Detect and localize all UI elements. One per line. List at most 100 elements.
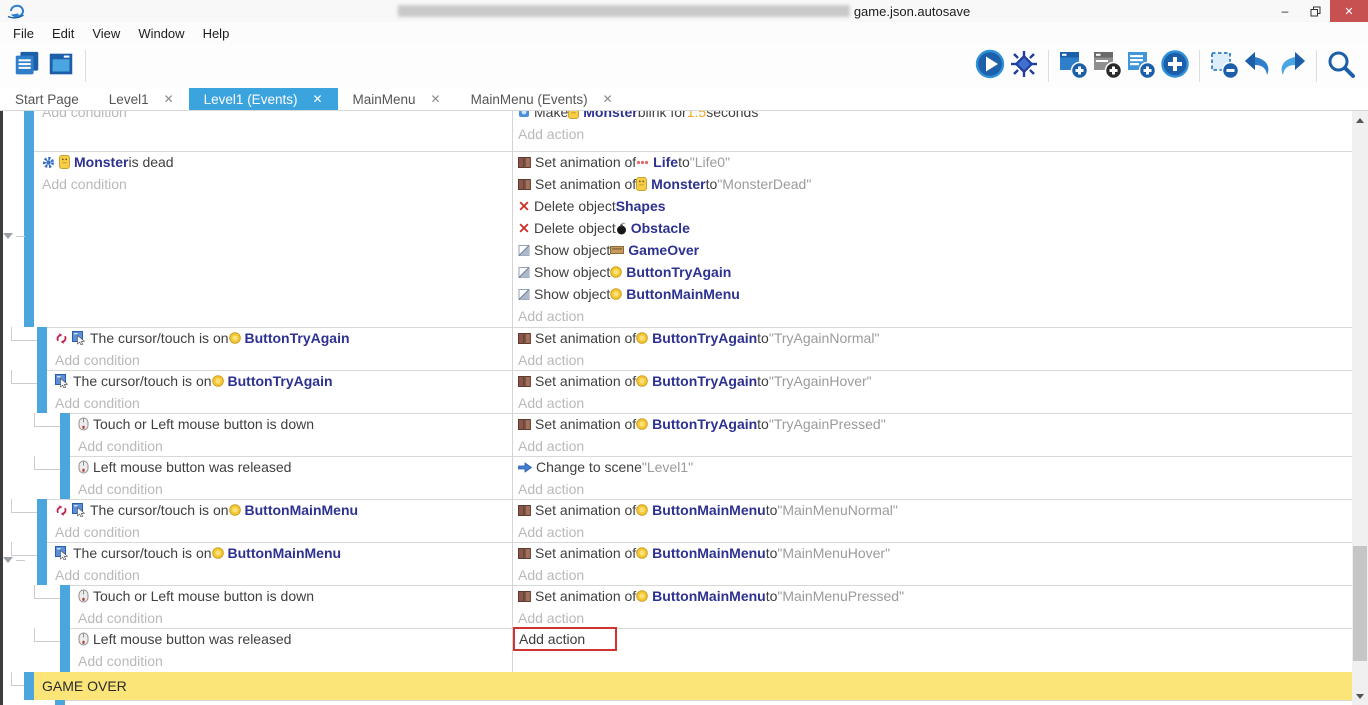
add-action-placeholder[interactable]: Add action [513, 349, 1352, 371]
tab-start-page[interactable]: Start Page [0, 88, 94, 110]
comment-text[interactable]: GAME OVER [34, 672, 1360, 700]
button-icon [636, 504, 648, 516]
menu-item-edit[interactable]: Edit [43, 24, 83, 43]
tab-mainmenu-events-[interactable]: MainMenu (Events)✕ [456, 88, 628, 110]
condition-item[interactable]: Touch or Left mouse button is down [70, 585, 512, 607]
add-action-placeholder[interactable]: Add action [513, 123, 1352, 145]
add-action-placeholder[interactable]: Add action [513, 392, 1352, 414]
condition-item[interactable]: Left mouse button was released [70, 628, 512, 650]
add-condition-placeholder[interactable]: Add condition [70, 478, 512, 500]
add-comment-button[interactable] [1124, 49, 1158, 83]
add-subevent-button[interactable] [1090, 49, 1124, 83]
tab-level1[interactable]: Level1✕ [94, 88, 189, 110]
add-event-button[interactable] [1056, 49, 1090, 83]
remove-event-button[interactable] [1207, 49, 1241, 83]
scene-window-button[interactable] [44, 49, 78, 83]
action-item[interactable]: Show object GameOver [513, 239, 1352, 261]
action-item[interactable]: Set animation of Life to "Life0" [513, 151, 1352, 173]
condition-item[interactable]: Left mouse button was released [70, 456, 512, 478]
condition-item[interactable]: Touch or Left mouse button is down [70, 413, 512, 435]
event-selection-bar[interactable] [24, 672, 34, 700]
collapse-arrow-icon[interactable] [3, 557, 13, 563]
close-button[interactable]: ✕ [1330, 0, 1368, 22]
vertical-scrollbar[interactable] [1352, 111, 1368, 705]
redo-button[interactable] [1275, 49, 1309, 83]
action-item[interactable]: Show object ButtonMainMenu [513, 283, 1352, 305]
event-selection-bar[interactable] [55, 700, 65, 705]
cursor-icon [72, 331, 86, 345]
add-action-placeholder[interactable]: Add action [513, 305, 1352, 327]
debugger-icon [1008, 48, 1040, 85]
add-action-placeholder[interactable]: Add action [513, 564, 1352, 586]
minimize-button[interactable]: – [1270, 0, 1300, 22]
condition-item[interactable]: The cursor/touch is on ButtonTryAgain [47, 370, 512, 392]
event-mouse-down-tryagain: Touch or Left mouse button is downAdd co… [0, 413, 1352, 456]
event-selection-bar[interactable] [24, 151, 34, 327]
action-item[interactable]: Set animation of Monster to "MonsterDead… [513, 173, 1352, 195]
actions-column: Set animation of ButtonMainMenu to "Main… [513, 499, 1352, 542]
tab-close-icon[interactable]: ✕ [603, 92, 613, 106]
restore-button[interactable] [1300, 0, 1330, 22]
menu-item-window[interactable]: Window [129, 24, 193, 43]
condition-item[interactable]: The cursor/touch is on ButtonMainMenu [47, 499, 512, 521]
event-mouse-released-tryagain: Left mouse button was releasedAdd condit… [0, 456, 1352, 499]
add-condition-placeholder[interactable]: Add condition [34, 173, 512, 195]
action-item[interactable]: Set animation of ButtonTryAgain to "TryA… [513, 327, 1352, 349]
collapse-arrow-icon[interactable] [3, 233, 13, 239]
event-selection-bar[interactable] [37, 370, 47, 413]
add-condition-placeholder[interactable]: Add condition [34, 111, 512, 123]
add-condition-placeholder[interactable]: Add condition [47, 392, 512, 414]
tab-mainmenu[interactable]: MainMenu✕ [338, 88, 456, 110]
condition-item[interactable]: Monster is dead [34, 151, 512, 173]
event-selection-bar[interactable] [37, 499, 47, 542]
add-action-placeholder[interactable]: Add action [513, 435, 1352, 457]
add-new-event-circle-button[interactable] [1158, 49, 1192, 83]
add-comment-icon [1125, 48, 1157, 85]
event-selection-bar[interactable] [60, 585, 70, 628]
search-button[interactable] [1324, 49, 1358, 83]
add-condition-placeholder[interactable]: Add condition [47, 349, 512, 371]
action-item[interactable]: Delete object Obstacle [513, 217, 1352, 239]
event-selection-bar[interactable] [37, 542, 47, 585]
action-item[interactable]: Delete object Shapes [513, 195, 1352, 217]
action-item[interactable]: Show object ButtonTryAgain [513, 261, 1352, 283]
add-condition-placeholder[interactable]: Add condition [47, 521, 512, 543]
debugger-button[interactable] [1007, 49, 1041, 83]
menu-item-help[interactable]: Help [194, 24, 239, 43]
menu-item-view[interactable]: View [83, 24, 129, 43]
tab-close-icon[interactable]: ✕ [312, 92, 322, 106]
event-selection-bar[interactable] [60, 628, 70, 672]
action-item[interactable]: Set animation of ButtonMainMenu to "Main… [513, 585, 1352, 607]
condition-item[interactable]: The cursor/touch is on ButtonTryAgain [47, 327, 512, 349]
action-item[interactable]: Change to scene "Level1" [513, 456, 1352, 478]
condition-item[interactable]: The cursor/touch is on ButtonMainMenu [47, 542, 512, 564]
event-selection-bar[interactable] [60, 456, 70, 499]
add-action-placeholder[interactable]: Add action [513, 478, 1352, 500]
action-item[interactable]: Set animation of ButtonMainMenu to "Main… [513, 542, 1352, 564]
action-item[interactable]: Make Monster blink for 1.5 seconds [513, 111, 1352, 123]
add-action-placeholder[interactable]: Add action [513, 607, 1352, 629]
add-condition-placeholder[interactable]: Add condition [47, 564, 512, 586]
comment-game-over[interactable]: GAME OVER [0, 672, 1352, 700]
add-action-placeholder[interactable]: Add action [513, 628, 1352, 650]
scrollbar-up-arrow-icon[interactable] [1356, 118, 1364, 123]
menu-item-file[interactable]: File [4, 24, 43, 43]
tab-close-icon[interactable]: ✕ [431, 92, 441, 106]
add-condition-placeholder[interactable]: Add condition [70, 435, 512, 457]
add-condition-placeholder[interactable]: Add condition [70, 650, 512, 672]
action-item[interactable]: Set animation of ButtonMainMenu to "Main… [513, 499, 1352, 521]
tab-level1-events-[interactable]: Level1 (Events)✕ [189, 88, 338, 110]
undo-button[interactable] [1241, 49, 1275, 83]
scrollbar-down-arrow-icon[interactable] [1356, 694, 1364, 699]
event-selection-bar[interactable] [37, 327, 47, 370]
action-item[interactable]: Set animation of ButtonTryAgain to "TryA… [513, 413, 1352, 435]
project-manager-button[interactable] [10, 49, 44, 83]
add-action-placeholder[interactable]: Add action [513, 521, 1352, 543]
add-condition-placeholder[interactable]: Add condition [70, 607, 512, 629]
event-selection-bar[interactable] [60, 413, 70, 456]
tab-close-icon[interactable]: ✕ [164, 92, 174, 106]
scrollbar-thumb[interactable] [1353, 546, 1367, 661]
preview-play-button[interactable] [973, 49, 1007, 83]
action-item[interactable]: Set animation of ButtonTryAgain to "TryA… [513, 370, 1352, 392]
event-selection-bar[interactable] [24, 111, 34, 151]
